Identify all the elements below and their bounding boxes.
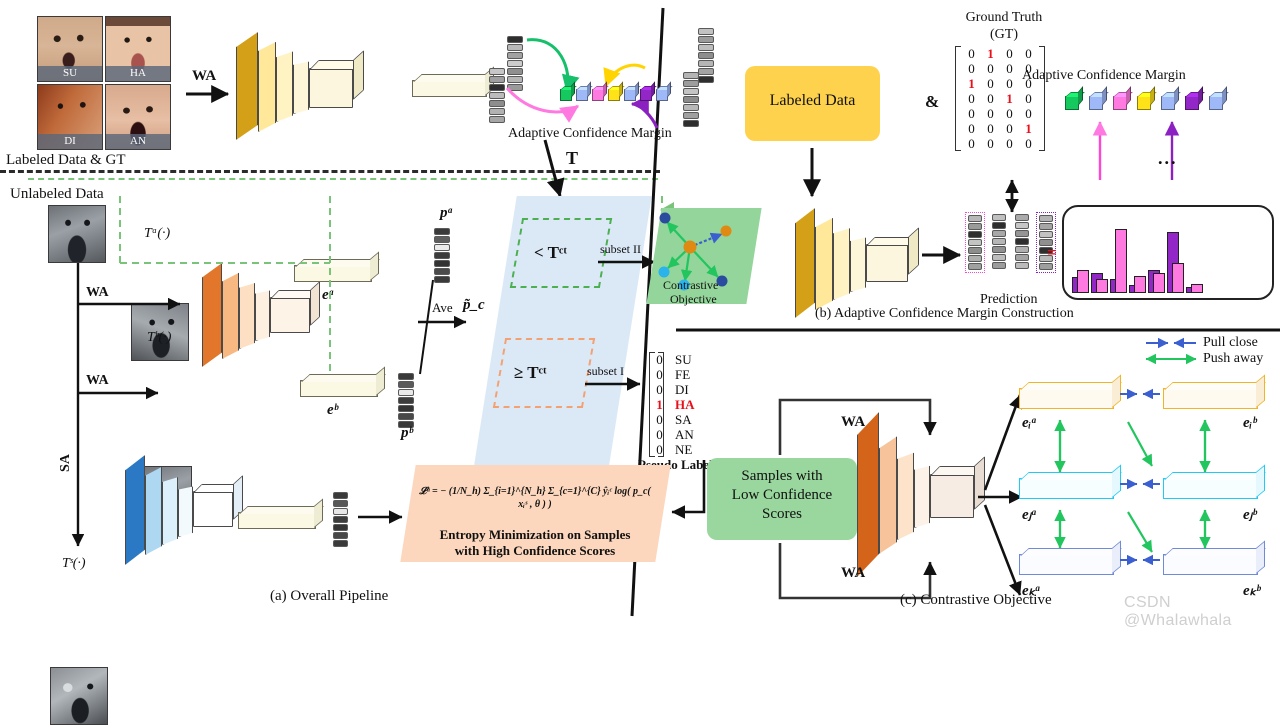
augmented-face-ts <box>50 667 108 725</box>
caption-panel-c: (c) Contrastive Objective <box>900 592 1052 608</box>
watermark: CSDN @Whalawhala <box>1124 594 1232 629</box>
contrastive-relation-arrows <box>1054 388 1211 566</box>
figure-canvas: SU HA DI AN Labeled Data & GT WA Adaptiv… <box>0 0 1280 725</box>
